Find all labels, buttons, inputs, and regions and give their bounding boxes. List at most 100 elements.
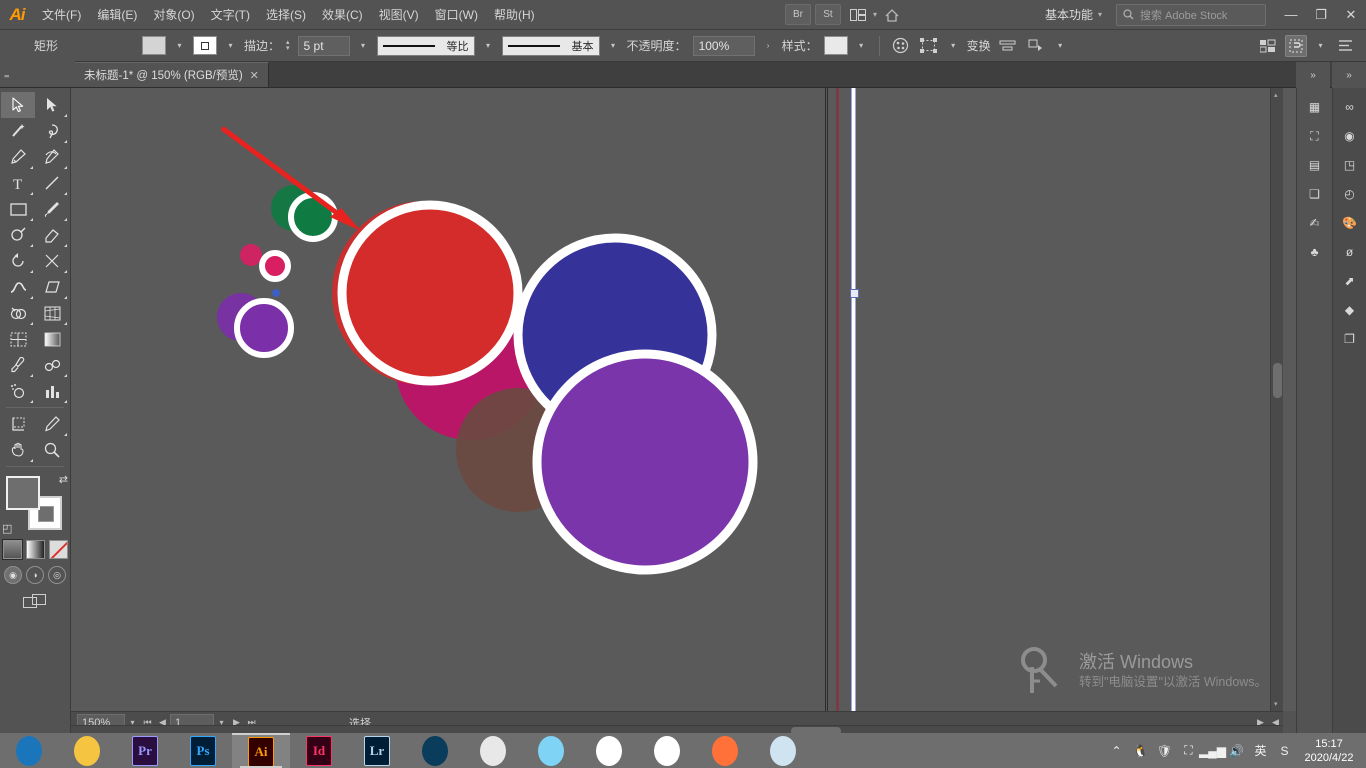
menu-edit[interactable]: 编辑(E)	[89, 0, 145, 30]
taskbar-firefox[interactable]	[696, 733, 754, 768]
restore-button[interactable]: ❐	[1306, 0, 1336, 30]
stroke-weight-field[interactable]: 5 pt	[297, 35, 350, 56]
scale-tool[interactable]	[35, 248, 69, 274]
scroll-up-icon[interactable]: ▴	[1274, 91, 1278, 99]
slice-tool[interactable]	[35, 411, 69, 437]
magic-wand-tool[interactable]	[1, 118, 35, 144]
gradient-tool[interactable]	[35, 326, 69, 352]
shape-builder-tool[interactable]	[1, 300, 35, 326]
arrange-chevron-down-icon-2[interactable]: ▾	[1053, 36, 1068, 55]
panel-links-icon[interactable]: ❐	[1336, 326, 1364, 352]
circle-pink[interactable]	[259, 250, 291, 282]
stock-search-box[interactable]: 搜索 Adobe Stock	[1116, 3, 1266, 26]
menu-type[interactable]: 文字(T)	[203, 0, 258, 30]
opacity-field[interactable]: 100%	[692, 35, 755, 56]
menu-view[interactable]: 视图(V)	[371, 0, 427, 30]
tray-network-icon[interactable]: ▂▄▆	[1199, 742, 1226, 759]
panel-menu-icon[interactable]	[1334, 35, 1356, 57]
minimize-button[interactable]: —	[1276, 0, 1306, 30]
direct-selection-tool[interactable]	[35, 92, 69, 118]
menu-file[interactable]: 文件(F)	[34, 0, 89, 30]
vertical-scroll-thumb[interactable]	[1273, 363, 1282, 398]
graphic-style-swatch[interactable]	[823, 36, 848, 55]
artwork-illustration[interactable]	[71, 88, 1296, 711]
taskbar-clock[interactable]: 15:17 2020/4/22	[1300, 737, 1358, 765]
arrange-chevron-down-icon[interactable]: ▾	[873, 10, 877, 19]
hand-tool[interactable]	[1, 437, 35, 463]
zoom-tool[interactable]	[35, 437, 69, 463]
taskbar-indesign[interactable]: Id	[290, 733, 348, 768]
preferences-chevron-down-icon[interactable]: ▾	[1313, 36, 1328, 55]
preferences-icon[interactable]	[1285, 34, 1307, 57]
tray-volume-icon[interactable]: 🔊	[1228, 742, 1245, 759]
home-icon[interactable]	[879, 4, 905, 25]
opacity-chevron-down-icon[interactable]: ›	[761, 36, 776, 55]
collapse-panels-b-button[interactable]: »	[1332, 62, 1366, 88]
panel-appearance-icon[interactable]: ◉	[1336, 123, 1364, 149]
line-segment-tool[interactable]	[35, 170, 69, 196]
panel-transform-icon[interactable]: ⛶	[1301, 123, 1329, 149]
taskbar-illustrator[interactable]: Ai	[232, 733, 290, 768]
column-graph-tool[interactable]	[35, 378, 69, 404]
draw-normal-button[interactable]: ◉	[4, 566, 22, 584]
color-mode-none-button[interactable]	[48, 540, 68, 559]
circle-pink-ghost[interactable]	[240, 244, 262, 266]
menu-select[interactable]: 选择(S)	[258, 0, 314, 30]
free-transform-tool[interactable]	[35, 274, 69, 300]
bridge-icon[interactable]: Br	[784, 4, 811, 25]
artboard-tool[interactable]	[1, 411, 35, 437]
taskbar-edge[interactable]	[0, 733, 58, 768]
stroke-profile-selector[interactable]: 等比	[376, 35, 475, 56]
perspective-grid-tool[interactable]	[35, 300, 69, 326]
default-fill-stroke-icon[interactable]: ◰	[2, 522, 12, 535]
brush-definition-selector[interactable]: 基本	[501, 35, 600, 56]
fill-swatch-large[interactable]	[6, 476, 40, 510]
taskbar-file-explorer[interactable]	[58, 733, 116, 768]
scroll-down-icon[interactable]: ▾	[1274, 700, 1278, 708]
close-button[interactable]: ✕	[1336, 0, 1366, 30]
panel-artboards-icon[interactable]: ▦	[1301, 94, 1329, 120]
stroke-color-swatch[interactable]	[193, 36, 218, 55]
style-chevron-down-icon[interactable]: ▾	[854, 36, 869, 55]
panel-swatches-icon[interactable]: 🎨	[1336, 210, 1364, 236]
circle-blue-dot[interactable]	[272, 289, 280, 297]
circle-green[interactable]	[288, 192, 338, 242]
select-similar-chevron-down-icon[interactable]: ▾	[946, 36, 961, 55]
panel-align-icon[interactable]: ▤	[1301, 152, 1329, 178]
width-tool[interactable]	[1, 274, 35, 300]
stock-icon[interactable]: St	[814, 4, 841, 25]
panel-graphic-styles-icon[interactable]: ◳	[1336, 152, 1364, 178]
stroke-chevron-down-icon[interactable]: ▾	[223, 36, 238, 55]
document-setup-icon[interactable]	[1257, 35, 1279, 57]
color-mode-gradient-button[interactable]	[25, 540, 45, 559]
rotate-tool[interactable]	[1, 248, 35, 274]
mesh-tool[interactable]	[1, 326, 35, 352]
tray-show-hidden-icon[interactable]: ⌃	[1108, 742, 1125, 759]
type-tool[interactable]: T	[1, 170, 35, 196]
taskbar-video-editor[interactable]	[406, 733, 464, 768]
panel-symbols-icon[interactable]: ♣	[1301, 239, 1329, 265]
shaper-tool[interactable]	[1, 222, 35, 248]
taskbar-lightroom[interactable]: Lr	[348, 733, 406, 768]
tray-qq-icon[interactable]: 🐧	[1132, 742, 1149, 759]
blend-tool[interactable]	[35, 352, 69, 378]
paintbrush-tool[interactable]	[35, 196, 69, 222]
taskbar-qq[interactable]	[580, 733, 638, 768]
taskbar-premiere[interactable]: Pr	[116, 733, 174, 768]
panel-color-guide-icon[interactable]: ◴	[1336, 181, 1364, 207]
eyedropper-tool[interactable]	[1, 352, 35, 378]
menu-window[interactable]: 窗口(W)	[427, 0, 486, 30]
canvas-vertical-scrollbar[interactable]: ▴ ▾	[1270, 88, 1283, 711]
document-tab[interactable]: 未标题-1* @ 150% (RGB/预览) ✕	[75, 62, 269, 87]
panel-pathfinder-icon[interactable]: ❏	[1301, 181, 1329, 207]
recolor-artwork-icon[interactable]	[890, 35, 912, 57]
align-objects-icon[interactable]	[997, 35, 1019, 57]
stroke-weight-stepper[interactable]: ▴ ▾	[286, 39, 290, 52]
lasso-tool[interactable]	[35, 118, 69, 144]
taskbar-office[interactable]	[464, 733, 522, 768]
panel-brushes-icon[interactable]: ✍	[1301, 210, 1329, 236]
screen-mode-button[interactable]	[23, 594, 47, 615]
tray-sogou-icon[interactable]: S	[1276, 742, 1293, 759]
panel-libraries-icon[interactable]: ∞	[1336, 94, 1364, 120]
taskbar-chrome[interactable]	[638, 733, 696, 768]
